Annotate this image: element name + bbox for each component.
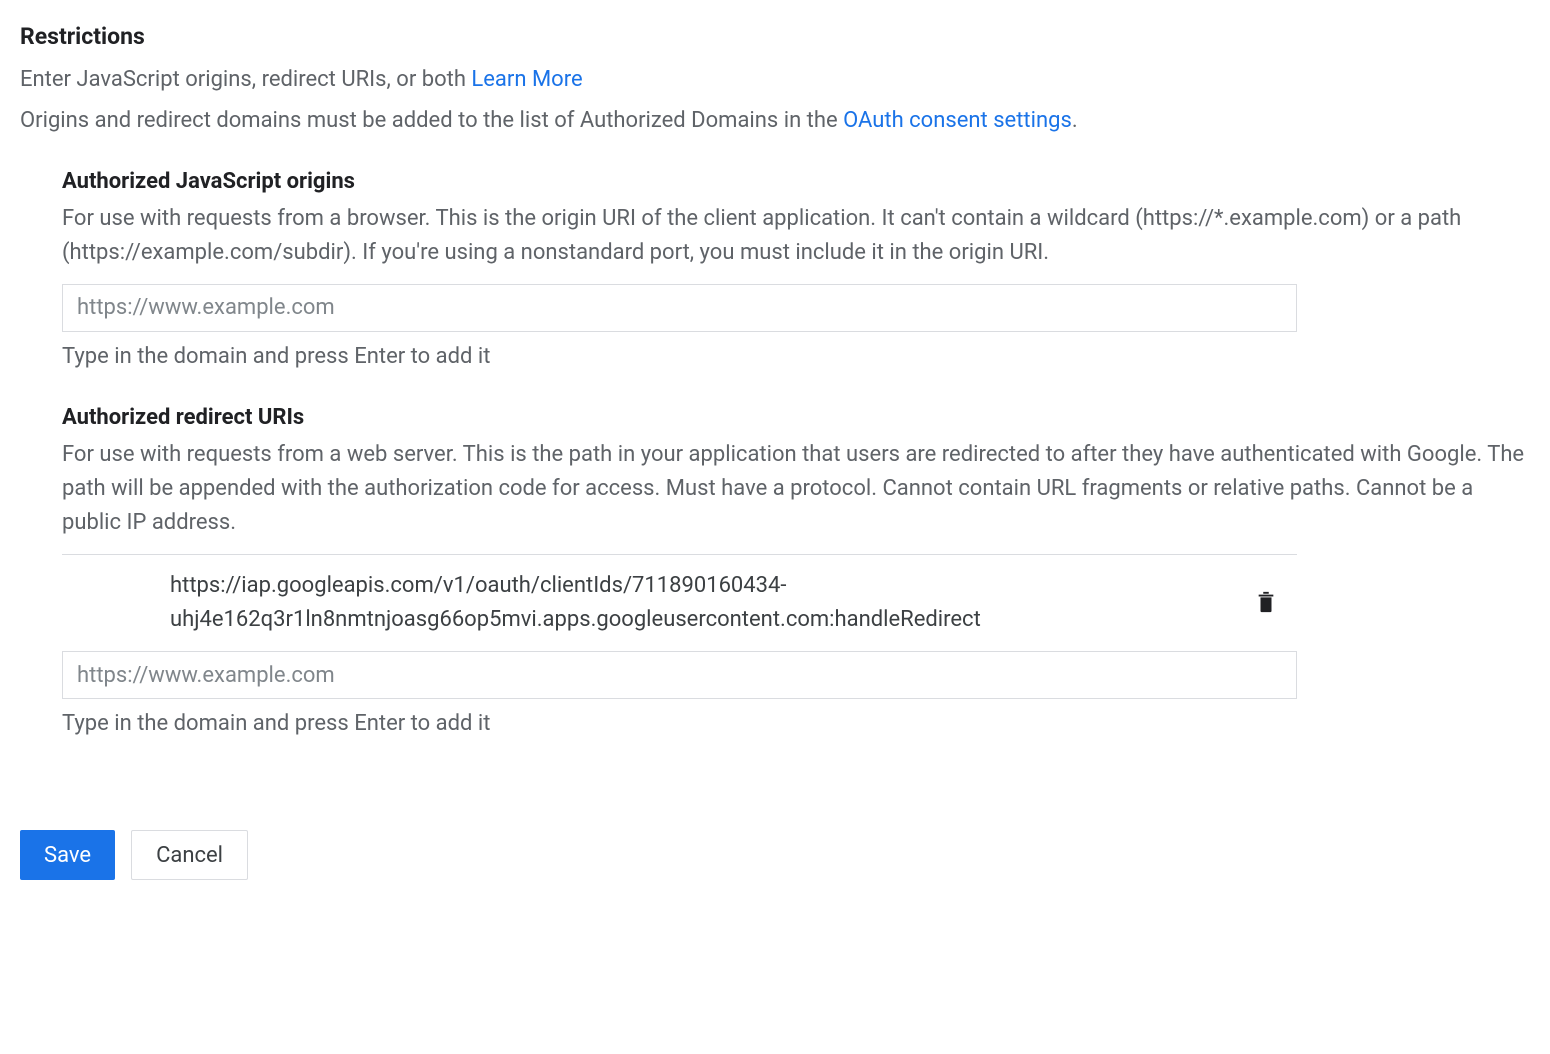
restrictions-title: Restrictions	[20, 20, 1530, 55]
redirect-uri-row: https://iap.googleapis.com/v1/oauth/clie…	[62, 555, 1297, 651]
js-origins-input[interactable]	[62, 284, 1297, 332]
js-origins-helper: Type in the domain and press Enter to ad…	[62, 340, 1530, 373]
restrictions-desc: Enter JavaScript origins, redirect URIs,…	[20, 63, 1530, 96]
redirect-uris-desc: For use with requests from a web server.…	[62, 438, 1530, 540]
learn-more-link[interactable]: Learn More	[471, 67, 582, 92]
redirect-uris-section: Authorized redirect URIs For use with re…	[62, 401, 1530, 740]
js-origins-section: Authorized JavaScript origins For use wi…	[62, 165, 1530, 373]
redirect-uris-title: Authorized redirect URIs	[62, 401, 1530, 434]
restrictions-desc-text: Enter JavaScript origins, redirect URIs,…	[20, 67, 471, 92]
redirect-uri-value: https://iap.googleapis.com/v1/oauth/clie…	[62, 569, 1247, 637]
cancel-button[interactable]: Cancel	[131, 830, 248, 880]
domains-note: Origins and redirect domains must be add…	[20, 104, 1530, 137]
trash-icon	[1255, 589, 1277, 618]
button-row: Save Cancel	[20, 830, 1530, 880]
redirect-uris-helper: Type in the domain and press Enter to ad…	[62, 707, 1530, 740]
oauth-consent-link[interactable]: OAuth consent settings	[843, 108, 1072, 133]
domains-note-text: Origins and redirect domains must be add…	[20, 108, 843, 133]
period: .	[1072, 108, 1078, 133]
save-button[interactable]: Save	[20, 830, 115, 880]
delete-uri-button[interactable]	[1247, 585, 1297, 622]
js-origins-desc: For use with requests from a browser. Th…	[62, 202, 1530, 270]
js-origins-title: Authorized JavaScript origins	[62, 165, 1530, 198]
redirect-uris-input[interactable]	[62, 651, 1297, 699]
